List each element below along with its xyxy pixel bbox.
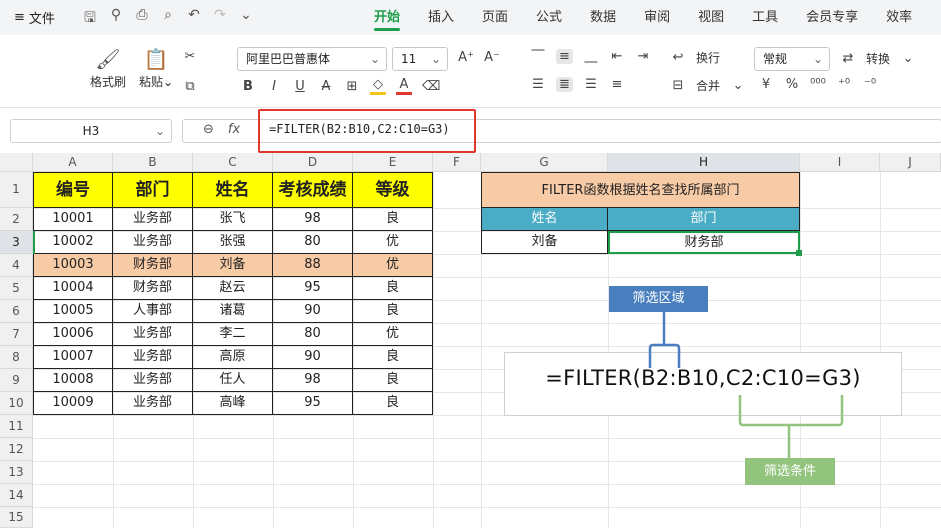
condition-label-tag: 筛选条件 — [745, 458, 835, 485]
range-bracket — [648, 312, 681, 368]
callout-brackets — [648, 312, 844, 458]
condition-bracket — [738, 395, 844, 458]
range-label-tag: 筛选区域 — [609, 286, 708, 312]
